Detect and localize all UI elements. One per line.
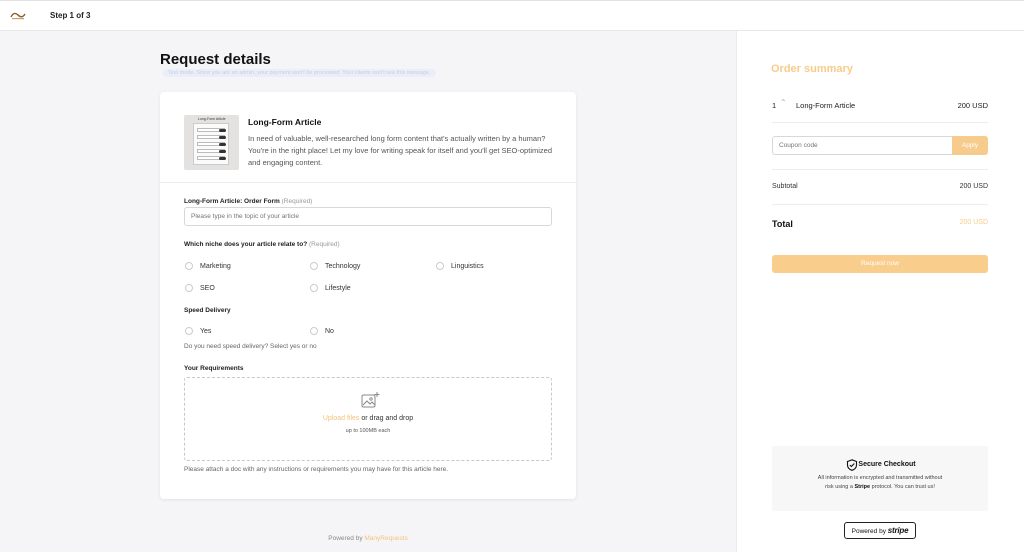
secure-text-after: protocol. You can trust us! bbox=[870, 483, 935, 490]
request-now-button[interactable]: Request now bbox=[772, 255, 988, 273]
total-value: 200 USD bbox=[959, 219, 988, 226]
total-label: Total bbox=[772, 219, 793, 229]
test-mode-notice: Test mode. Since you are an admin, your … bbox=[163, 69, 436, 77]
divider bbox=[160, 182, 576, 183]
page-title: Request details bbox=[160, 51, 271, 68]
stripe-logo: stripe bbox=[887, 526, 909, 535]
image-upload-icon bbox=[361, 392, 380, 408]
required-marker: (Required) bbox=[308, 241, 340, 248]
line-item-name: Long-Form Article bbox=[796, 101, 856, 110]
subtotal-value: 200 USD bbox=[959, 183, 988, 190]
secure-checkout-box: Secure Checkout All information is encry… bbox=[772, 446, 988, 511]
requirements-hint: Please attach a doc with any instruction… bbox=[184, 466, 449, 473]
manyrequests-link[interactable]: ManyRequests bbox=[364, 535, 407, 542]
radio-circle[interactable] bbox=[185, 327, 193, 335]
line-item-quantity: 1 bbox=[772, 101, 777, 110]
topic-label: Long-Form Article: Order Form (Required) bbox=[184, 198, 312, 205]
secure-checkout-title: Secure Checkout bbox=[858, 461, 916, 468]
line-item-price: 200 USD bbox=[957, 101, 988, 110]
apply-coupon-button[interactable]: Apply bbox=[952, 136, 988, 155]
radio-label: Yes bbox=[200, 328, 212, 335]
required-marker: (Required) bbox=[281, 198, 313, 205]
product-image-title: Long-Form Article bbox=[198, 117, 226, 121]
brand-logo[interactable] bbox=[9, 9, 27, 21]
radio-label: Lifestyle bbox=[325, 285, 351, 292]
coupon-code-input[interactable] bbox=[772, 136, 952, 155]
divider bbox=[772, 204, 988, 205]
radio-circle[interactable] bbox=[310, 262, 318, 270]
upload-files-link[interactable]: Upload files bbox=[323, 415, 360, 422]
topic-label-text: Long-Form Article: Order Form bbox=[184, 198, 280, 205]
radio-lifestyle[interactable]: Lifestyle bbox=[310, 284, 351, 292]
secure-text-brand: Stripe bbox=[854, 483, 871, 490]
product-image: Long-Form Article bbox=[184, 115, 239, 170]
radio-label: Linguistics bbox=[451, 263, 484, 270]
requirements-label: Your Requirements bbox=[184, 365, 244, 372]
divider bbox=[772, 169, 988, 170]
radio-label: Marketing bbox=[200, 263, 231, 270]
product-image-graphic bbox=[193, 123, 229, 165]
speed-delivery-hint: Do you need speed delivery? Select yes o… bbox=[184, 343, 317, 350]
secure-checkout-text: All information is encrypted and transmi… bbox=[814, 474, 946, 491]
file-dropzone[interactable]: Upload files or drag and drop up to 100M… bbox=[184, 377, 552, 461]
niche-label-text: Which niche does your article relate to? bbox=[184, 241, 308, 248]
radio-label: Technology bbox=[325, 263, 361, 270]
radio-circle[interactable] bbox=[185, 284, 193, 292]
radio-label: No bbox=[325, 328, 334, 335]
radio-speed-no[interactable]: No bbox=[310, 327, 334, 335]
subtotal-label: Subtotal bbox=[772, 183, 798, 190]
upload-instructions: Upload files or drag and drop bbox=[185, 415, 551, 422]
powered-by-prefix: Powered by bbox=[328, 535, 365, 542]
powered-by-stripe-badge[interactable]: Powered by stripe bbox=[844, 522, 916, 539]
divider bbox=[772, 122, 988, 123]
topic-input[interactable] bbox=[184, 207, 552, 226]
order-summary-title: Order summary bbox=[771, 63, 853, 75]
drag-drop-text: or drag and drop bbox=[359, 415, 414, 422]
product-description: In need of valuable, well-researched lon… bbox=[248, 134, 552, 167]
powered-by-footer: Powered by ManyRequests bbox=[0, 535, 736, 542]
radio-marketing[interactable]: Marketing bbox=[185, 262, 231, 270]
upload-size-limit: up to 100MB each bbox=[345, 428, 391, 434]
radio-seo[interactable]: SEO bbox=[185, 284, 215, 292]
product-title: Long-Form Article bbox=[248, 117, 322, 127]
radio-label: SEO bbox=[200, 285, 215, 292]
radio-circle[interactable] bbox=[310, 284, 318, 292]
radio-circle[interactable] bbox=[185, 262, 193, 270]
stripe-badge-prefix: Powered by bbox=[851, 528, 888, 535]
radio-linguistics[interactable]: Linguistics bbox=[436, 262, 484, 270]
radio-technology[interactable]: Technology bbox=[310, 262, 361, 270]
request-form-card: Long-Form Article Long-Form Article In n… bbox=[160, 92, 576, 499]
niche-label: Which niche does your article relate to?… bbox=[184, 241, 340, 248]
step-indicator: Step 1 of 3 bbox=[50, 11, 91, 20]
speed-delivery-label: Speed Delivery bbox=[184, 307, 231, 314]
chevron-up-icon[interactable]: ⌃ bbox=[780, 98, 787, 107]
radio-circle[interactable] bbox=[436, 262, 444, 270]
radio-circle[interactable] bbox=[310, 327, 318, 335]
top-bar: Step 1 of 3 bbox=[0, 0, 1024, 31]
radio-speed-yes[interactable]: Yes bbox=[185, 327, 212, 335]
